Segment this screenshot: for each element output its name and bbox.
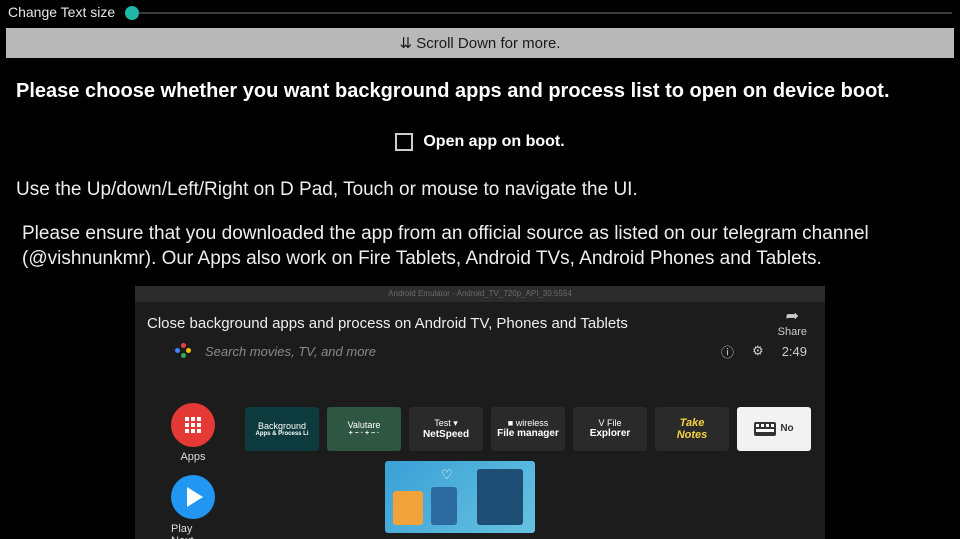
page-heading: Please choose whether you want backgroun… [16, 80, 944, 103]
video-title: Close background apps and process on And… [147, 315, 768, 332]
instructions-source: Please ensure that you downloaded the ap… [16, 221, 944, 272]
embedded-video[interactable]: Android Emulator - Android_TV_720p_API_3… [135, 286, 825, 539]
apps-grid-icon [171, 403, 215, 447]
tile-background-apps[interactable]: Background Apps & Process Li [245, 407, 319, 451]
info-icon[interactable]: ⓘ [721, 342, 734, 361]
text-size-label: Change Text size [8, 4, 115, 20]
tile-file-explorer[interactable]: V File Explorer [573, 407, 647, 451]
tile-valutare[interactable]: Valutare + − · + − · [327, 407, 401, 451]
gear-icon[interactable]: ⚙ [752, 343, 764, 359]
app-tiles-row: Background Apps & Process Li Valutare + … [245, 407, 811, 451]
instructions-dpad: Use the Up/down/Left/Right on D Pad, Tou… [16, 177, 944, 203]
tile-wireless-file-manager[interactable]: ■ wireless File manager [491, 407, 565, 451]
share-icon: ➦ [786, 310, 799, 324]
play-next-nav-item[interactable]: Play Next [171, 475, 215, 539]
video-controls-row: Search movies, TV, and more ⓘ ⚙ 2:49 [135, 342, 825, 367]
keyboard-icon [754, 422, 776, 436]
play-next-row: ♡ [245, 451, 811, 533]
checkbox-icon[interactable] [395, 133, 413, 151]
video-duration: 2:49 [782, 344, 807, 359]
tv-left-nav: Apps Play Next [171, 403, 215, 539]
video-title-row: Close background apps and process on And… [135, 302, 825, 342]
open-on-boot-label: Open app on boot. [423, 133, 564, 151]
video-overlay-icons: ⓘ ⚙ 2:49 [721, 342, 807, 361]
google-assistant-icon[interactable] [175, 343, 191, 359]
tile-take-notes[interactable]: Take Notes [655, 407, 729, 451]
heart-icon: ♡ [441, 467, 453, 483]
slider-thumb-icon[interactable] [125, 6, 139, 20]
play-icon [171, 475, 215, 519]
play-next-label: Play Next [171, 523, 215, 539]
apps-nav-item[interactable]: Apps [171, 403, 215, 463]
apps-label: Apps [180, 451, 205, 463]
text-size-slider[interactable] [125, 12, 952, 14]
search-placeholder[interactable]: Search movies, TV, and more [205, 344, 707, 359]
tile-keyboard[interactable]: No [737, 407, 811, 451]
share-button[interactable]: ➦ Share [778, 310, 807, 338]
emulator-title-bar: Android Emulator - Android_TV_720p_API_3… [135, 286, 825, 302]
tiles-column: Background Apps & Process Li Valutare + … [245, 403, 811, 539]
text-size-row: Change Text size [0, 0, 960, 22]
scroll-down-banner[interactable]: ⇊ Scroll Down for more. [6, 28, 954, 58]
share-label: Share [778, 326, 807, 338]
tile-netspeed[interactable]: Test ▾ NetSpeed [409, 407, 483, 451]
open-on-boot-row[interactable]: Open app on boot. [16, 133, 944, 151]
hero-tile[interactable]: ♡ [385, 461, 535, 533]
main-content: Please choose whether you want backgroun… [0, 58, 960, 272]
tv-home-area: Apps Play Next Background Apps & Process… [135, 367, 825, 539]
